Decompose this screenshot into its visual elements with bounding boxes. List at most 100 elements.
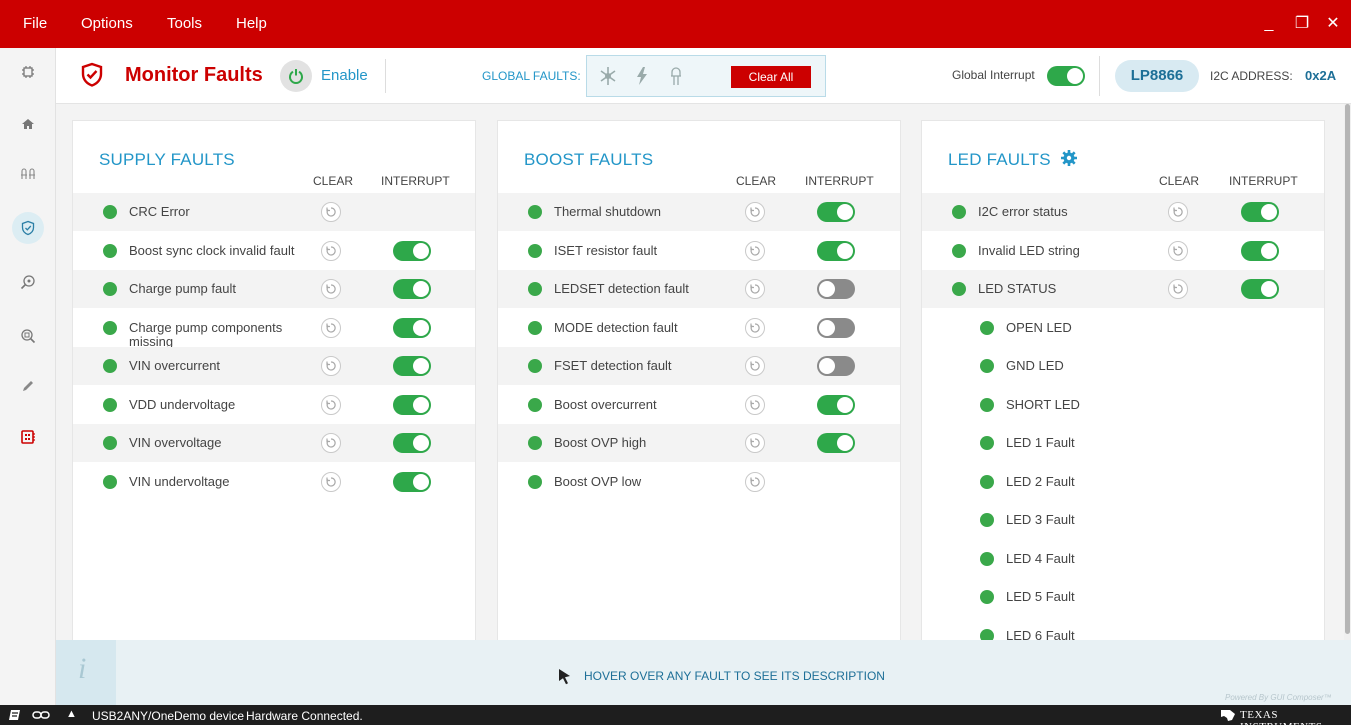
led-status-row[interactable]: LED 5 Fault [922, 578, 1324, 616]
fault-row[interactable]: MODE detection fault [498, 309, 900, 347]
close-button[interactable]: ✕ [1321, 0, 1345, 48]
fault-row[interactable]: ISET resistor fault [498, 232, 900, 270]
led-status-row[interactable]: SHORT LED [922, 386, 1324, 424]
clear-fault-button[interactable] [745, 202, 765, 222]
fault-row[interactable]: Charge pump components missing [73, 309, 475, 348]
clear-fault-button[interactable] [745, 394, 765, 415]
led-status-row[interactable]: GND LED [922, 347, 1324, 385]
settings-gear-icon[interactable] [1060, 149, 1078, 172]
menu-help[interactable]: Help [236, 0, 267, 48]
expand-up-icon[interactable]: ▲ [66, 708, 77, 720]
led-status-row[interactable]: OPEN LED [922, 309, 1324, 347]
fault-row[interactable]: LEDSET detection fault [498, 270, 900, 308]
clear-fault-button[interactable] [321, 317, 341, 338]
clear-fault-button[interactable] [1168, 240, 1188, 261]
interrupt-toggle[interactable] [1241, 240, 1279, 261]
clear-fault-button[interactable] [1168, 279, 1188, 299]
board-icon[interactable] [12, 421, 44, 453]
interrupt-toggle[interactable] [393, 240, 431, 261]
status-dot [103, 474, 117, 489]
clear-fault-button[interactable] [321, 279, 341, 299]
fault-row[interactable]: LED STATUS [922, 270, 1324, 308]
clear-fault-button[interactable] [321, 240, 341, 261]
clear-fault-button[interactable] [1168, 202, 1188, 222]
interrupt-toggle[interactable] [393, 356, 431, 376]
interrupt-toggle[interactable] [817, 279, 855, 299]
maximize-button[interactable]: ❐ [1290, 0, 1314, 48]
interrupt-toggle[interactable] [817, 394, 855, 415]
registers-icon[interactable] [12, 158, 44, 190]
fault-row[interactable]: VIN overvoltage [73, 424, 475, 462]
clear-fault-button[interactable] [745, 471, 765, 492]
minimize-button[interactable]: _ [1257, 0, 1281, 48]
menu-options[interactable]: Options [81, 0, 133, 48]
fault-row[interactable]: CRC Error [73, 193, 475, 231]
clear-column-header: CLEAR [1159, 174, 1200, 188]
fault-label: Thermal shutdown [554, 204, 661, 219]
fault-row[interactable]: Charge pump fault [73, 270, 475, 308]
clear-fault-button[interactable] [321, 471, 341, 492]
fault-row[interactable]: FSET detection fault [498, 347, 900, 385]
fault-row[interactable]: VIN overcurrent [73, 347, 475, 385]
status-dot [980, 474, 994, 489]
fault-row[interactable]: Boost sync clock invalid fault [73, 232, 475, 270]
led-status-row[interactable]: LED 3 Fault [922, 501, 1324, 539]
led-status-row[interactable]: LED 4 Fault [922, 540, 1324, 578]
led-status-row[interactable]: LED 2 Fault [922, 463, 1324, 501]
interrupt-toggle[interactable] [393, 317, 431, 338]
interrupt-toggle[interactable] [817, 317, 855, 338]
chip-icon[interactable] [12, 56, 44, 88]
interrupt-toggle[interactable] [393, 279, 431, 299]
clear-all-button[interactable]: Clear All [731, 66, 811, 88]
interrupt-toggle[interactable] [817, 433, 855, 453]
clear-fault-button[interactable] [745, 317, 765, 338]
enable-label[interactable]: Enable [321, 67, 368, 84]
power-button[interactable] [280, 60, 312, 92]
fault-row[interactable]: Thermal shutdown [498, 193, 900, 231]
clear-fault-button[interactable] [321, 433, 341, 453]
led-status-row[interactable]: LED 1 Fault [922, 424, 1324, 462]
clear-fault-button[interactable] [321, 202, 341, 222]
device-badge: LP8866 [1115, 60, 1199, 92]
clear-fault-button[interactable] [745, 279, 765, 299]
clear-fault-button[interactable] [745, 433, 765, 453]
fault-row[interactable]: Boost OVP high [498, 424, 900, 462]
status-dot [980, 320, 994, 335]
interrupt-toggle[interactable] [1241, 279, 1279, 299]
shield-icon[interactable] [12, 212, 44, 244]
fault-row[interactable]: Invalid LED string [922, 232, 1324, 270]
fault-row[interactable]: I2C error status [922, 193, 1324, 231]
interrupt-toggle[interactable] [393, 394, 431, 415]
global-interrupt-toggle[interactable] [1047, 66, 1085, 86]
clear-fault-button[interactable] [745, 240, 765, 261]
fault-label: Boost OVP high [554, 435, 647, 450]
interrupt-toggle[interactable] [1241, 202, 1279, 222]
zoom-icon[interactable] [12, 320, 44, 352]
link-icon[interactable] [32, 708, 50, 725]
fault-row[interactable]: VDD undervoltage [73, 386, 475, 424]
fault-row[interactable]: Boost overcurrent [498, 386, 900, 424]
interrupt-toggle[interactable] [817, 356, 855, 376]
panel-title: LED FAULTS [948, 150, 1051, 169]
fault-row[interactable]: Boost OVP low [498, 463, 900, 501]
scrollbar-thumb[interactable] [1345, 104, 1350, 634]
left-nav [0, 48, 56, 705]
interrupt-toggle[interactable] [393, 433, 431, 453]
clear-fault-button[interactable] [321, 394, 341, 415]
fault-row[interactable]: VIN undervoltage [73, 463, 475, 501]
device-icon[interactable] [8, 708, 22, 725]
clear-fault-button[interactable] [745, 356, 765, 376]
status-bar: ▲ USB2ANY/OneDemo device Hardware Connec… [0, 705, 1351, 725]
menu-file[interactable]: File [23, 0, 47, 48]
search-icon[interactable] [12, 266, 44, 298]
pencil-icon[interactable] [12, 370, 44, 402]
reset-icon [1173, 284, 1183, 294]
interrupt-toggle[interactable] [393, 471, 431, 492]
home-icon[interactable] [12, 108, 44, 140]
interrupt-toggle[interactable] [817, 240, 855, 261]
clear-fault-button[interactable] [321, 356, 341, 376]
menu-tools[interactable]: Tools [167, 0, 202, 48]
led-status-row[interactable]: LED 6 Fault [922, 617, 1324, 641]
ti-logo-icon [1220, 708, 1236, 725]
interrupt-toggle[interactable] [817, 202, 855, 222]
